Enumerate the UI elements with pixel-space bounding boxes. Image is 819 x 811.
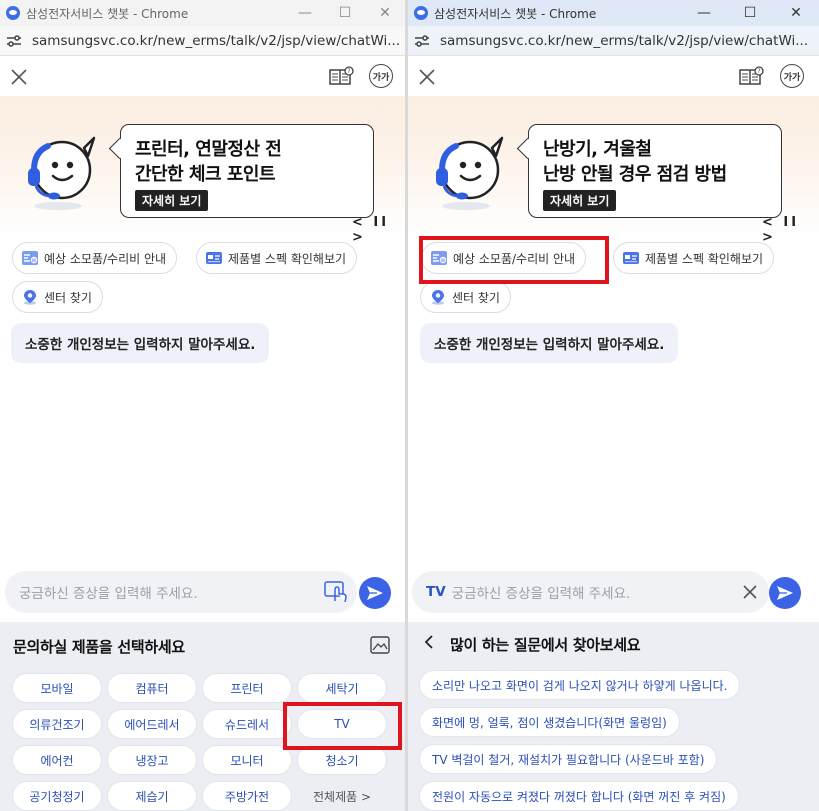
site-settings-icon[interactable] (6, 34, 22, 48)
banner-speech-bubble: 프린터, 연말정산 전 간단한 체크 포인트 자세히 보기 (120, 124, 374, 218)
faq-item[interactable]: 화면에 멍, 얼룩, 점이 생겼습니다(화면 울렁임) (419, 707, 680, 737)
window-title: 삼성전자서비스 챗봇 - Chrome (434, 6, 597, 21)
product-kitchen[interactable]: 주방가전 (202, 781, 292, 811)
selector-title: 문의하실 제품을 선택하세요 (13, 638, 185, 656)
image-icon[interactable] (370, 636, 390, 654)
send-icon (777, 586, 793, 600)
address-bar[interactable]: samsungsvc.co.kr/new_erms/talk/v2/jsp/vi… (408, 26, 819, 56)
maximize-button[interactable]: ☐ (325, 5, 365, 21)
url-text: samsungsvc.co.kr/new_erms/talk/v2/jsp/vi… (440, 32, 809, 49)
chatbot-logo-icon (414, 6, 428, 20)
close-icon[interactable] (10, 68, 28, 86)
promo-banner[interactable]: 프린터, 연말정산 전 간단한 체크 포인트 자세히 보기 < II > (0, 96, 405, 245)
promo-banner[interactable]: 난방기, 겨울철 난방 안될 경우 점검 방법 자세히 보기 < II > (408, 96, 819, 245)
location-pin-icon (21, 289, 39, 305)
product-computer[interactable]: 컴퓨터 (107, 673, 197, 703)
send-button[interactable] (359, 577, 391, 609)
price-icon (21, 250, 39, 266)
chatbot-mascot-icon (24, 132, 104, 212)
product-monitor[interactable]: 모니터 (202, 745, 292, 775)
chip-label: 센터 찾기 (44, 290, 92, 305)
clear-icon[interactable] (741, 583, 759, 601)
detail-button[interactable]: 자세히 보기 (135, 190, 209, 211)
close-icon[interactable] (418, 68, 436, 86)
banner-line-1: 난방기, 겨울철 (543, 139, 652, 160)
chip-label: 제품별 스펙 확인해보기 (645, 251, 764, 266)
product-airdresser[interactable]: 에어드레서 (107, 709, 197, 739)
address-bar[interactable]: samsungsvc.co.kr/new_erms/talk/v2/jsp/vi… (0, 26, 405, 56)
window-titlebar: 삼성전자서비스 챗봇 - Chrome — ☐ ✕ (0, 0, 405, 26)
chip-repair-cost[interactable]: 예상 소모품/수리비 안내 (12, 242, 178, 274)
chatbot-mascot-icon (432, 132, 512, 212)
minimize-button[interactable]: — (681, 5, 727, 21)
product-aircon[interactable]: 에어컨 (12, 745, 102, 775)
guide-book-icon[interactable]: ? (328, 66, 354, 86)
touch-select-icon[interactable] (323, 580, 349, 604)
faq-item[interactable]: 소리만 나오고 화면이 검게 나오지 않거나 하얗게 나옵니다. (419, 670, 741, 700)
chip-label: 예상 소모품/수리비 안내 (44, 251, 167, 266)
banner-line-2: 난방 안될 경우 점검 방법 (543, 164, 727, 185)
symptom-input[interactable]: TV 궁금하신 증상을 입력해 주세요. (412, 571, 769, 613)
banner-carousel-controls[interactable]: < II > (762, 215, 819, 245)
maximize-button[interactable]: ☐ (727, 5, 773, 21)
svg-text:?: ? (757, 68, 760, 75)
font-size-button[interactable]: 가가 (780, 64, 804, 88)
product-air-purifier[interactable]: 공기청정기 (12, 781, 102, 811)
product-shoedresser[interactable]: 슈드레서 (202, 709, 292, 739)
spec-card-icon (622, 250, 640, 266)
faq-title: 많이 하는 질문에서 찾아보세요 (450, 636, 641, 654)
product-dryer[interactable]: 의류건조기 (12, 709, 102, 739)
all-products-link[interactable]: 전체제품 > (297, 781, 387, 811)
detail-button[interactable]: 자세히 보기 (543, 190, 617, 211)
highlight-box-repair-cost (419, 236, 609, 284)
banner-speech-bubble: 난방기, 겨울철 난방 안될 경우 점검 방법 자세히 보기 (528, 124, 782, 218)
url-text: samsungsvc.co.kr/new_erms/talk/v2/jsp/vi… (32, 32, 401, 49)
window-titlebar: 삼성전자서비스 챗봇 - Chrome — ☐ ✕ (408, 0, 819, 26)
selected-product-tag: TV (426, 584, 446, 600)
input-placeholder: 궁금하신 증상을 입력해 주세요. (451, 586, 631, 602)
privacy-notice: 소중한 개인정보는 입력하지 말아주세요. (11, 323, 270, 363)
location-pin-icon (429, 289, 447, 305)
chip-find-center[interactable]: 센터 찾기 (420, 281, 511, 313)
product-dehumidifier[interactable]: 제습기 (107, 781, 197, 811)
faq-item[interactable]: 전원이 자동으로 켜졌다 꺼졌다 합니다 (화면 꺼진 후 켜짐) (419, 781, 739, 811)
window-title: 삼성전자서비스 챗봇 - Chrome (26, 6, 189, 21)
site-settings-icon[interactable] (414, 34, 430, 48)
chat-header: ? 가가 (408, 56, 819, 96)
product-washer[interactable]: 세탁기 (297, 673, 387, 703)
product-printer[interactable]: 프린터 (202, 673, 292, 703)
highlight-box-tv (283, 702, 402, 750)
chevron-left-icon[interactable] (422, 634, 436, 650)
send-button[interactable] (769, 577, 801, 609)
product-fridge[interactable]: 냉장고 (107, 745, 197, 775)
close-window-button[interactable]: ✕ (773, 5, 819, 21)
chip-product-spec[interactable]: 제품별 스펙 확인해보기 (196, 242, 358, 274)
chip-find-center[interactable]: 센터 찾기 (12, 281, 103, 313)
send-icon (367, 586, 383, 600)
banner-carousel-controls[interactable]: < II > (352, 215, 405, 245)
symptom-input[interactable]: 궁금하신 증상을 입력해 주세요. (5, 571, 357, 613)
chip-label: 센터 찾기 (452, 290, 500, 305)
minimize-button[interactable]: — (285, 5, 325, 21)
chip-product-spec[interactable]: 제품별 스펙 확인해보기 (613, 242, 775, 274)
faq-item[interactable]: TV 벽걸이 철거, 재설치가 필요합니다 (사운드바 포함) (419, 744, 718, 774)
svg-text:?: ? (347, 68, 350, 75)
faq-panel: 많이 하는 질문에서 찾아보세요 소리만 나오고 화면이 검게 나오지 않거나 … (408, 622, 819, 811)
guide-book-icon[interactable]: ? (738, 66, 764, 86)
input-placeholder: 궁금하신 증상을 입력해 주세요. (19, 586, 198, 602)
chatbot-logo-icon (6, 6, 20, 20)
left-chat-window: 삼성전자서비스 챗봇 - Chrome — ☐ ✕ samsungsvc.co.… (0, 0, 405, 811)
chip-label: 제품별 스펙 확인해보기 (228, 251, 347, 266)
privacy-notice: 소중한 개인정보는 입력하지 말아주세요. (420, 323, 679, 363)
chat-header: ? 가가 (0, 56, 405, 96)
banner-line-2: 간단한 체크 포인트 (135, 164, 276, 185)
spec-card-icon (205, 250, 223, 266)
close-window-button[interactable]: ✕ (365, 5, 405, 21)
product-mobile[interactable]: 모바일 (12, 673, 102, 703)
font-size-button[interactable]: 가가 (369, 64, 393, 88)
banner-line-1: 프린터, 연말정산 전 (135, 139, 282, 160)
right-chat-window: 삼성전자서비스 챗봇 - Chrome — ☐ ✕ samsungsvc.co.… (408, 0, 819, 811)
